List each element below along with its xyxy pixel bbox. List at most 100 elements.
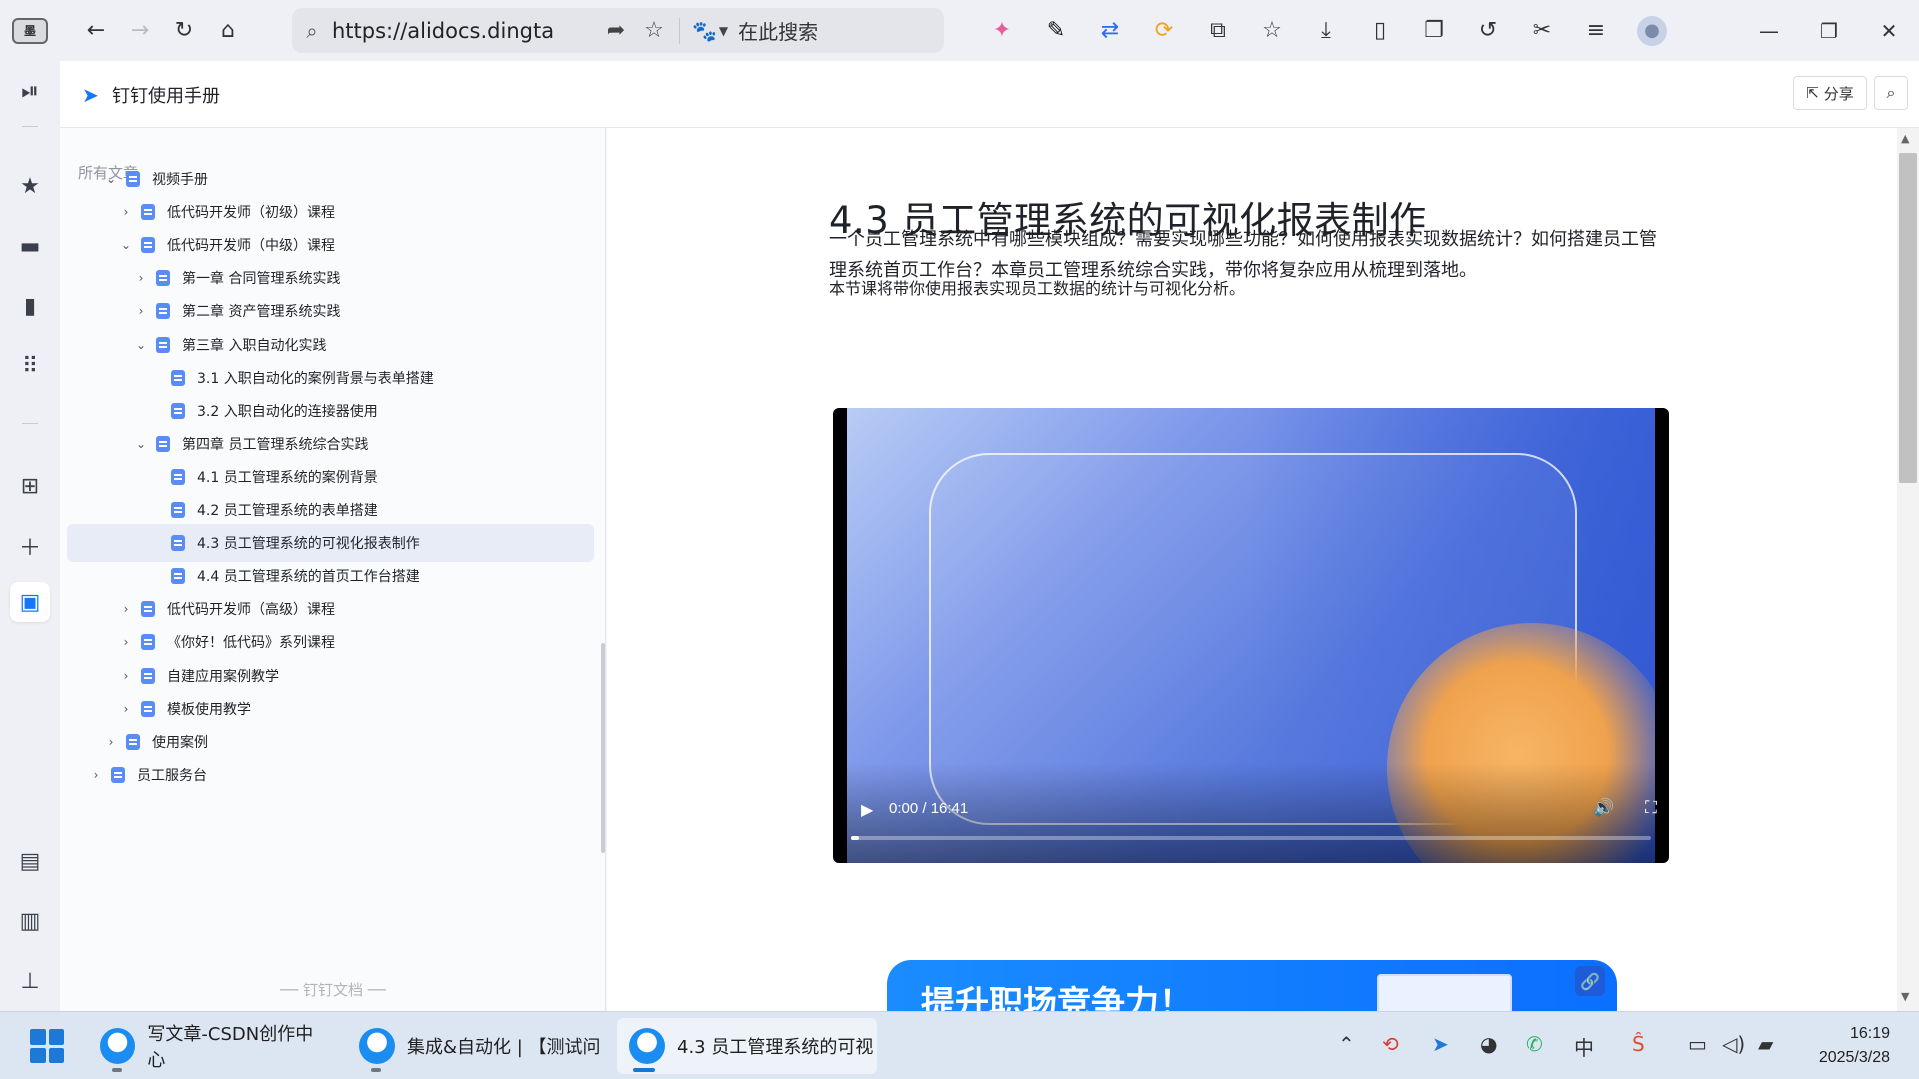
history-icon[interactable]: ↺ <box>1461 9 1515 53</box>
main-scrollbar-thumb[interactable] <box>1899 153 1917 483</box>
minimize-icon[interactable]: — <box>1739 0 1799 61</box>
article-intro-line: 一个员工管理系统中有哪些模块组成？需要实现哪些功能？如何使用报表实现数据统计？如… <box>829 229 1657 250</box>
favorites-icon[interactable]: ☆ <box>1245 9 1299 53</box>
page-title[interactable]: 钉钉使用手册 <box>112 82 220 108</box>
sidebar-tree-item[interactable]: › 员工服务台 <box>67 756 594 794</box>
sidebar-tree-item[interactable]: › 《你好！低代码》系列课程 <box>67 623 594 661</box>
restore-icon[interactable]: ❐ <box>1799 0 1859 61</box>
download-icon[interactable]: ⤓ <box>1299 9 1353 53</box>
wechat-icon[interactable]: ✆ <box>1526 1032 1543 1056</box>
chevron-down-icon[interactable]: ⌄ <box>134 437 148 451</box>
doc-search-button[interactable]: ⌕ <box>1874 76 1908 110</box>
chevron-right-icon[interactable]: › <box>119 205 133 219</box>
chevron-right-icon[interactable]: › <box>119 635 133 649</box>
pen-extension-icon[interactable]: ✎ <box>1029 9 1083 53</box>
reload-icon[interactable]: ↻ <box>162 9 206 53</box>
grid-apps-icon[interactable]: ⠿ <box>0 346 60 386</box>
bookmark-star-icon[interactable]: ☆ <box>635 18 673 43</box>
star-icon[interactable]: ★ <box>0 166 60 206</box>
chevron-down-icon[interactable]: ⌄ <box>134 338 148 352</box>
chevron-right-icon[interactable]: › <box>119 669 133 683</box>
chevron-down-icon[interactable]: ⌄ <box>104 172 118 186</box>
video-frame[interactable] <box>847 408 1655 863</box>
chevron-right-icon[interactable]: › <box>104 735 118 749</box>
volume-icon[interactable]: 🔊 <box>1593 798 1614 818</box>
forward-icon[interactable]: → <box>118 9 162 53</box>
back-icon[interactable]: ← <box>74 9 118 53</box>
address-bar[interactable]: ⌕ https://alidocs.dingta ➦ ☆ 🐾 ▼ 在此搜索 <box>292 8 944 53</box>
chevron-right-icon[interactable]: › <box>119 602 133 616</box>
promo-banner[interactable]: 提升职场竞争力！ 🔗 <box>887 960 1617 1011</box>
pin-icon[interactable]: ⊥ <box>0 961 60 1001</box>
scroll-down-icon[interactable]: ▼ <box>1901 990 1909 1003</box>
tray-overflow-chevron-icon[interactable]: ⌃ <box>1338 1032 1355 1056</box>
share-arrow-icon[interactable]: ➦ <box>597 18 635 43</box>
chevron-right-icon[interactable]: › <box>134 304 148 318</box>
taskbar-item[interactable]: 写文章-CSDN创作中心 <box>88 1018 328 1074</box>
sidebar-tree-item[interactable]: ⌄ 第三章 入职自动化实践 <box>67 326 594 364</box>
tray-app-icon[interactable]: ⟲ <box>1382 1032 1399 1056</box>
sidebar-tree-item[interactable]: › 使用案例 <box>67 723 594 761</box>
scroll-up-icon[interactable]: ▲ <box>1901 132 1909 145</box>
tray-arrow-app-icon[interactable]: ➤ <box>1432 1032 1449 1056</box>
briefcase-icon[interactable]: ▥ <box>0 901 60 941</box>
video-progress-track[interactable] <box>851 836 1651 840</box>
chevron-right-icon[interactable]: › <box>134 271 148 285</box>
sidebar-tree-item[interactable]: ›3.1 入职自动化的案例背景与表单搭建 <box>67 359 594 397</box>
chevron-right-icon[interactable]: › <box>89 768 103 782</box>
sidebar-tree-item[interactable]: ›3.2 入职自动化的连接器使用 <box>67 392 594 430</box>
taskbar-item[interactable]: 集成&自动化 | 【测试问 <box>347 1018 607 1074</box>
link-icon[interactable]: 🔗 <box>1575 966 1605 996</box>
search-engine-input[interactable]: 在此搜索 <box>738 16 818 45</box>
chevron-right-icon[interactable]: › <box>119 702 133 716</box>
video-player[interactable]: ▶ 0:00 / 16:41 🔊 ⛶ ⋮ <box>833 408 1669 863</box>
sidebar-scrollbar[interactable] <box>601 643 605 853</box>
avatar[interactable]: ● <box>1637 15 1667 46</box>
close-icon[interactable]: ✕ <box>1859 0 1919 61</box>
ai-sparkle-icon[interactable]: ✦ <box>975 9 1029 53</box>
dingdoc-icon[interactable]: ▣ <box>10 582 50 622</box>
document-icon <box>156 435 170 452</box>
home-icon[interactable]: ⌂ <box>206 9 250 53</box>
play-icon[interactable]: ▶ <box>861 800 873 819</box>
system-clock[interactable]: 16:19 2025/3/28 <box>1800 1022 1890 1070</box>
translate-icon[interactable]: ⇄ <box>1083 9 1137 53</box>
sogou-ime-icon[interactable]: Ŝ <box>1632 1032 1645 1056</box>
sidebar-tree-item-label: 员工服务台 <box>137 767 207 784</box>
share-button[interactable]: ⇱ 分享 <box>1793 76 1867 110</box>
ime-indicator[interactable]: 中 <box>1574 1032 1594 1061</box>
phone-icon[interactable]: ▮ <box>0 286 60 326</box>
fullscreen-icon[interactable]: ⛶ <box>1645 798 1657 818</box>
sync-folder-icon[interactable]: ⟳ <box>1137 9 1191 53</box>
browser-logo-icon[interactable]: 墨 <box>12 17 48 44</box>
rail-divider <box>22 423 38 424</box>
mobile-icon[interactable]: ▯ <box>1353 9 1407 53</box>
tab-manager-icon[interactable]: ❐ <box>1407 9 1461 53</box>
sidebar-tree-item-label: 使用案例 <box>152 734 208 751</box>
play-panel-icon[interactable]: ⏯ <box>0 71 60 111</box>
sidebar-tree-item[interactable]: › 自建应用案例教学 <box>67 657 594 695</box>
qq-icon[interactable]: ◕ <box>1480 1032 1497 1056</box>
chevron-down-icon[interactable]: ⌄ <box>119 238 133 252</box>
sidebar-tree-item[interactable]: › 第二章 资产管理系统实践 <box>67 292 594 330</box>
bookmark-folder-icon[interactable]: ▤ <box>0 841 60 881</box>
chevron-down-icon[interactable]: ▼ <box>719 24 728 38</box>
folder-icon[interactable]: ▬ <box>0 226 60 266</box>
clock-date: 2025/3/28 <box>1818 1049 1890 1066</box>
menu-icon[interactable]: ≡ <box>1569 9 1623 53</box>
scissors-icon[interactable]: ✂ <box>1515 9 1569 53</box>
taskbar-item[interactable]: 4.3 员工管理系统的可视 <box>617 1018 877 1074</box>
baidu-paw-icon[interactable]: 🐾 <box>692 19 717 43</box>
doc-tree-sidebar: 所有文章 ⌄ 视频手册 › 低代码开发师（初级）课程 ⌄ 低代码开发师（中级）课程 › 第一章… <box>60 128 606 1011</box>
plus-icon[interactable]: ＋ <box>0 526 60 566</box>
battery-icon[interactable]: ▰ <box>1758 1032 1773 1056</box>
windows-start-icon[interactable] <box>30 1029 64 1063</box>
url-field[interactable]: https://alidocs.dingta <box>332 19 597 43</box>
network-icon[interactable]: ▭ <box>1688 1032 1707 1056</box>
sidebar-tree-item-label: 3.2 入职自动化的连接器使用 <box>197 403 378 420</box>
speaker-icon[interactable]: ◁) <box>1722 1032 1745 1056</box>
puzzle-icon[interactable]: ⧉ <box>1191 9 1245 53</box>
sidebar-tree-item[interactable]: › 模板使用教学 <box>67 690 594 728</box>
article-summary: 本节课将带你使用报表实现员工数据的统计与可视化分析。 <box>829 279 1246 298</box>
widget-add-icon[interactable]: ⊞ <box>0 466 60 506</box>
